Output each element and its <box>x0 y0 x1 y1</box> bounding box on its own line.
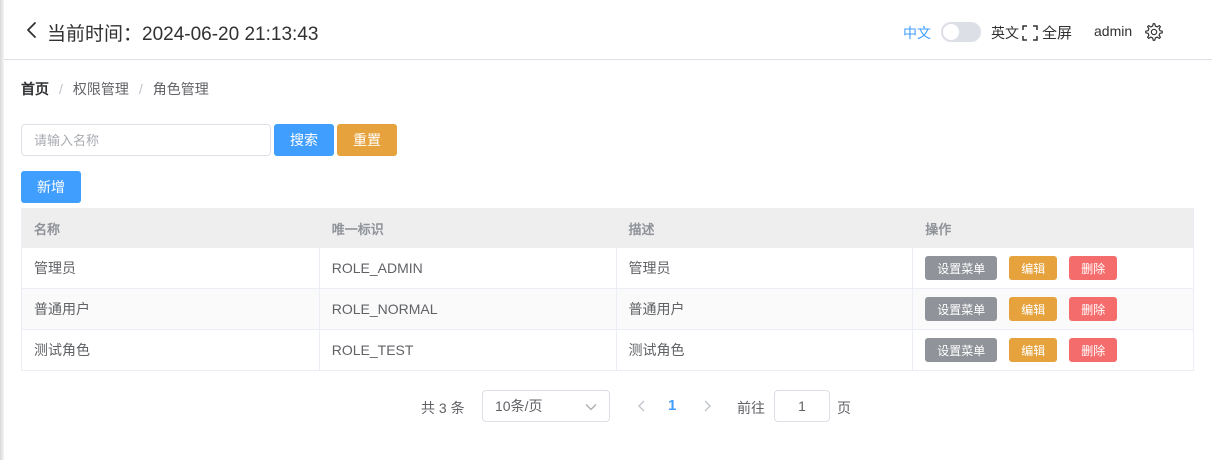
column-header-key: 唯一标识 <box>331 221 384 237</box>
roles-table: 名称 唯一标识 描述 操作 管理员 ROLE_ADMIN 管理员 设置菜单 编辑… <box>21 208 1194 371</box>
set-menu-button[interactable]: 设置菜单 <box>925 297 998 321</box>
cell-name: 普通用户 <box>22 289 320 329</box>
cell-key: ROLE_ADMIN <box>320 248 617 288</box>
breadcrumb-separator: / <box>138 81 143 97</box>
column-header-name: 名称 <box>34 221 61 237</box>
reset-button[interactable]: 重置 <box>337 124 397 156</box>
table-row: 测试角色 ROLE_TEST 测试角色 设置菜单 编辑 删除 <box>22 330 1193 371</box>
delete-button[interactable]: 删除 <box>1069 256 1118 280</box>
delete-button[interactable]: 删除 <box>1069 338 1118 362</box>
cell-key: ROLE_NORMAL <box>320 289 617 329</box>
column-header-desc: 描述 <box>628 221 655 237</box>
cell-name: 测试角色 <box>22 330 320 370</box>
pagination: 共 3 条 10条/页 1 前往 页 <box>0 390 1212 422</box>
set-menu-button[interactable]: 设置菜单 <box>925 256 998 280</box>
edit-button[interactable]: 编辑 <box>1009 297 1058 321</box>
breadcrumb-home[interactable]: 首页 <box>21 79 49 99</box>
language-switch[interactable] <box>941 22 981 42</box>
cell-key: ROLE_TEST <box>320 330 617 370</box>
cell-actions: 设置菜单 编辑 删除 <box>913 330 1193 370</box>
cell-actions: 设置菜单 编辑 删除 <box>913 248 1193 288</box>
add-button[interactable]: 新增 <box>21 171 81 203</box>
table-header: 名称 唯一标识 描述 操作 <box>22 208 1193 248</box>
goto-page-input[interactable] <box>774 390 830 422</box>
edit-button[interactable]: 编辑 <box>1009 338 1058 362</box>
switch-knob <box>943 24 959 40</box>
column-header-actions: 操作 <box>925 221 952 237</box>
lang-zh-label[interactable]: 中文 <box>903 23 931 43</box>
current-time: 当前时间：2024-06-20 21:13:43 <box>47 24 319 45</box>
cell-actions: 设置菜单 编辑 删除 <box>913 289 1193 329</box>
page-suffix-label: 页 <box>837 400 851 416</box>
goto-label: 前往 <box>737 400 765 416</box>
next-page-icon[interactable] <box>700 398 714 414</box>
breadcrumb-separator: / <box>59 81 63 97</box>
back-arrow-icon[interactable] <box>22 20 42 40</box>
page-number-current[interactable]: 1 <box>668 397 676 414</box>
fullscreen-icon <box>1022 24 1038 41</box>
table-row: 管理员 ROLE_ADMIN 管理员 设置菜单 编辑 删除 <box>22 248 1193 289</box>
prev-page-icon[interactable] <box>635 398 649 414</box>
search-input[interactable] <box>21 124 271 156</box>
breadcrumb: 首页 / 权限管理 / 角色管理 <box>21 79 209 99</box>
page-size-value: 10条/页 <box>495 398 543 414</box>
breadcrumb-permission: 权限管理 <box>72 81 129 97</box>
search-button[interactable]: 搜索 <box>274 124 334 156</box>
cell-desc: 测试角色 <box>617 330 914 370</box>
fullscreen-button[interactable]: 全屏 <box>1021 22 1072 43</box>
fullscreen-label: 全屏 <box>1042 25 1073 42</box>
cell-desc: 管理员 <box>617 248 914 288</box>
set-menu-button[interactable]: 设置菜单 <box>925 338 998 362</box>
edit-button[interactable]: 编辑 <box>1009 256 1058 280</box>
username[interactable]: admin <box>1094 23 1132 39</box>
top-header: 当前时间：2024-06-20 21:13:43 中文 英文 全屏 admin <box>4 0 1212 60</box>
cell-desc: 普通用户 <box>617 289 914 329</box>
lang-en-label[interactable]: 英文 <box>991 23 1019 43</box>
breadcrumb-role: 角色管理 <box>152 81 209 97</box>
table-row: 普通用户 ROLE_NORMAL 普通用户 设置菜单 编辑 删除 <box>22 289 1193 330</box>
cell-name: 管理员 <box>22 248 320 288</box>
page-size-select[interactable]: 10条/页 <box>482 390 610 422</box>
gear-icon[interactable] <box>1144 22 1164 42</box>
chevron-down-icon <box>585 404 597 411</box>
pagination-total: 共 3 条 <box>421 400 465 416</box>
delete-button[interactable]: 删除 <box>1069 297 1118 321</box>
